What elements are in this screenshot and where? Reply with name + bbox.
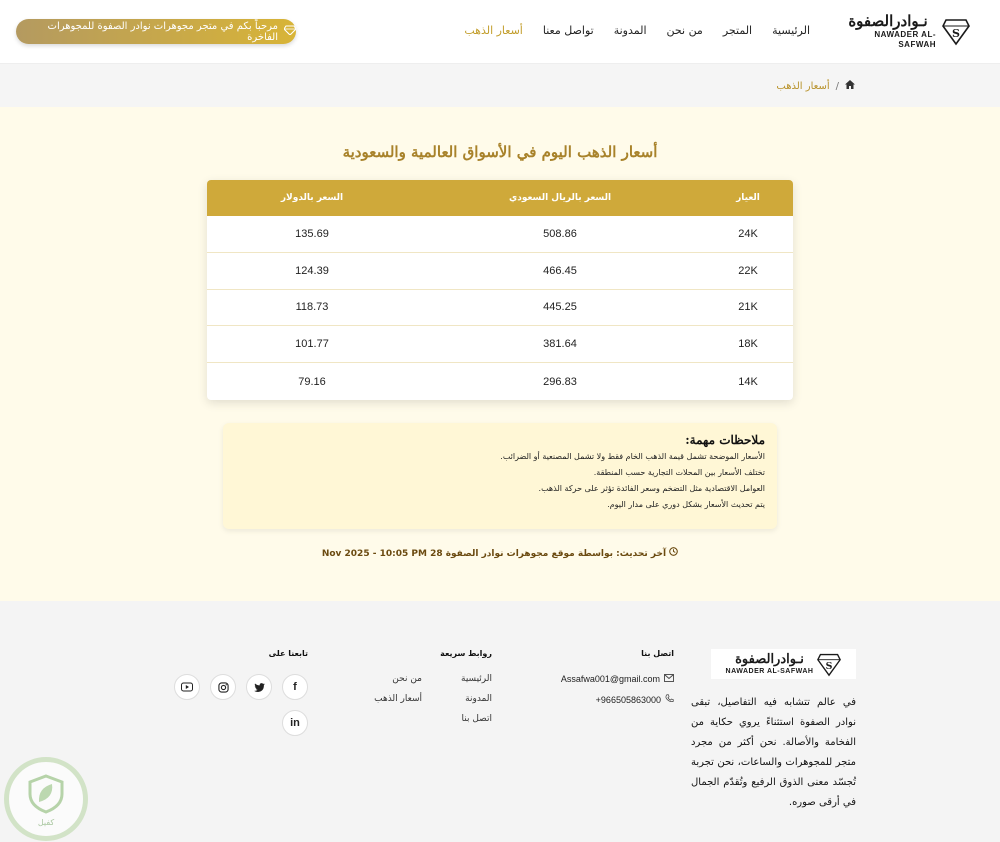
diamond-s-logo-icon: S bbox=[817, 653, 842, 677]
footer-quick-links: روابط سريعة الرئيسية من نحن المدونة أسعا… bbox=[352, 649, 492, 724]
last-updated-text: آخر تحديث: بواسطة موقع مجوهرات نوادر الص… bbox=[321, 549, 667, 559]
cell-sar: 381.64 bbox=[543, 338, 577, 351]
notes-title: ملاحظات مهمة: bbox=[685, 433, 765, 447]
badge-text: كفيل bbox=[37, 817, 55, 827]
contact-title: اتصل بنا bbox=[641, 649, 674, 658]
facebook-icon[interactable]: f bbox=[282, 674, 308, 700]
table-header: العيار السعر بالريال السعودي السعر بالدو… bbox=[207, 180, 793, 216]
list-item: الأسعار الموضحة تشمل قيمة الذهب الخام فق… bbox=[500, 452, 765, 461]
table-row: 24K 508.86 135.69 bbox=[207, 216, 793, 253]
column-header-usd: السعر بالدولار bbox=[280, 193, 344, 203]
list-item: العوامل الاقتصادية مثل التضخم وسعر الفائ… bbox=[538, 484, 765, 493]
cell-usd: 135.69 bbox=[295, 227, 329, 240]
welcome-banner-button[interactable]: مرحباً بكم في متجر مجوهرات نوادر الصفوة … bbox=[16, 19, 297, 44]
nav-store[interactable]: المتجر bbox=[723, 24, 752, 37]
svg-text:S: S bbox=[952, 27, 960, 40]
footer-about: S نـوادرالصفوة NAWADER AL-SAFWAH في عالم… bbox=[691, 649, 856, 813]
contact-email[interactable]: Assafwa001@gmail.com bbox=[554, 674, 674, 684]
list-item: يتم تحديث الأسعار بشكل دوري على مدار الي… bbox=[607, 500, 765, 509]
footer-logo[interactable]: S نـوادرالصفوة NAWADER AL-SAFWAH bbox=[711, 649, 856, 679]
svg-text:S: S bbox=[826, 661, 833, 672]
home-icon[interactable] bbox=[845, 80, 855, 92]
footer-link-contact[interactable]: اتصل بنا bbox=[422, 714, 492, 724]
table-row: 21K 445.25 118.73 bbox=[207, 290, 793, 327]
cell-usd: 79.16 bbox=[298, 375, 326, 388]
footer-follow: تابعنا على f in bbox=[168, 649, 308, 736]
logo-arabic-text: نـوادرالصفوة bbox=[848, 12, 928, 30]
cell-karat: 21K bbox=[738, 301, 758, 314]
cell-usd: 101.77 bbox=[295, 338, 329, 351]
logo-english-text: NAWADER AL-SAFWAH bbox=[874, 30, 936, 49]
breadcrumb-current: أسعار الذهب bbox=[776, 80, 830, 92]
cell-usd: 124.39 bbox=[295, 264, 329, 277]
gold-prices-table: العيار السعر بالريال السعودي السعر بالدو… bbox=[207, 180, 793, 400]
instagram-icon[interactable] bbox=[210, 674, 236, 700]
notes-list: الأسعار الموضحة تشمل قيمة الذهب الخام فق… bbox=[235, 449, 765, 513]
diamond-s-logo-icon: S bbox=[942, 16, 970, 46]
nav-gold-prices[interactable]: أسعار الذهب bbox=[464, 24, 523, 37]
breadcrumb-band: / أسعار الذهب bbox=[0, 64, 1000, 107]
twitter-icon[interactable] bbox=[246, 674, 272, 700]
cell-sar: 296.83 bbox=[543, 375, 577, 388]
site-footer: S نـوادرالصفوة NAWADER AL-SAFWAH في عالم… bbox=[0, 601, 1000, 842]
linkedin-icon[interactable]: in bbox=[282, 710, 308, 736]
social-links: f in bbox=[168, 674, 308, 736]
important-notes-box: ملاحظات مهمة: الأسعار الموضحة تشمل قيمة … bbox=[223, 423, 777, 529]
cell-karat: 18K bbox=[738, 338, 758, 351]
kafeel-badge: كفيل bbox=[4, 757, 88, 841]
footer-logo-arabic: نـوادرالصفوة bbox=[735, 651, 804, 667]
diamond-icon bbox=[283, 25, 297, 38]
cell-karat: 24K bbox=[738, 227, 758, 240]
cell-sar: 466.45 bbox=[543, 264, 577, 277]
column-header-karat: العيار bbox=[736, 193, 760, 203]
site-logo[interactable]: S نـوادرالصفوة NAWADER AL-SAFWAH bbox=[840, 12, 970, 49]
nav-blog[interactable]: المدونة bbox=[614, 24, 647, 37]
shield-leaf-icon bbox=[28, 773, 64, 814]
table-row: 14K 296.83 79.16 bbox=[207, 363, 793, 400]
table-row: 18K 381.64 101.77 bbox=[207, 326, 793, 364]
contact-phone[interactable]: +966505863000 bbox=[554, 694, 674, 705]
list-item: تختلف الأسعار بين المحلات التجارية حسب ا… bbox=[593, 468, 765, 477]
phone-icon bbox=[665, 694, 674, 705]
clock-icon bbox=[666, 547, 679, 559]
last-updated: آخر تحديث: بواسطة موقع مجوهرات نوادر الص… bbox=[0, 547, 1000, 559]
email-text: Assafwa001@gmail.com bbox=[560, 674, 660, 684]
breadcrumb: / أسعار الذهب bbox=[776, 80, 855, 92]
breadcrumb-separator: / bbox=[835, 80, 839, 92]
table-row: 22K 466.45 124.39 bbox=[207, 253, 793, 290]
page-title: أسعار الذهب اليوم في الأسواق العالمية وا… bbox=[342, 143, 658, 161]
site-header: S نـوادرالصفوة NAWADER AL-SAFWAH الرئيسي… bbox=[0, 0, 1000, 64]
youtube-icon[interactable] bbox=[174, 674, 200, 700]
nav-home[interactable]: الرئيسية bbox=[772, 24, 810, 37]
main-nav: الرئيسية المتجر من نحن المدونة تواصل معن… bbox=[464, 24, 810, 37]
cell-sar: 508.86 bbox=[543, 227, 577, 240]
envelope-icon bbox=[664, 674, 674, 684]
phone-text: +966505863000 bbox=[595, 694, 661, 705]
nav-contact[interactable]: تواصل معنا bbox=[543, 24, 594, 37]
main-content: أسعار الذهب اليوم في الأسواق العالمية وا… bbox=[0, 107, 1000, 601]
links-title: روابط سريعة bbox=[440, 649, 492, 658]
footer-logo-english: NAWADER AL-SAFWAH bbox=[725, 667, 814, 675]
footer-link-gold-prices[interactable]: أسعار الذهب bbox=[352, 694, 422, 704]
welcome-text: مرحباً بكم في متجر مجوهرات نوادر الصفوة … bbox=[47, 20, 278, 43]
column-header-sar: السعر بالريال السعودي bbox=[508, 193, 612, 203]
footer-link-blog[interactable]: المدونة bbox=[422, 694, 492, 704]
footer-description: في عالم تتشابه فيه التفاصيل، تبقى نوادر … bbox=[691, 697, 856, 808]
cell-karat: 22K bbox=[738, 264, 758, 277]
cell-usd: 118.73 bbox=[295, 301, 329, 314]
cell-karat: 14K bbox=[738, 375, 758, 388]
follow-title: تابعنا على bbox=[268, 649, 308, 658]
nav-about[interactable]: من نحن bbox=[667, 24, 703, 37]
footer-link-about[interactable]: من نحن bbox=[352, 674, 422, 684]
footer-link-home[interactable]: الرئيسية bbox=[422, 674, 492, 684]
footer-contact: اتصل بنا Assafwa001@gmail.com +966505863… bbox=[554, 649, 674, 715]
cell-sar: 445.25 bbox=[543, 301, 577, 314]
